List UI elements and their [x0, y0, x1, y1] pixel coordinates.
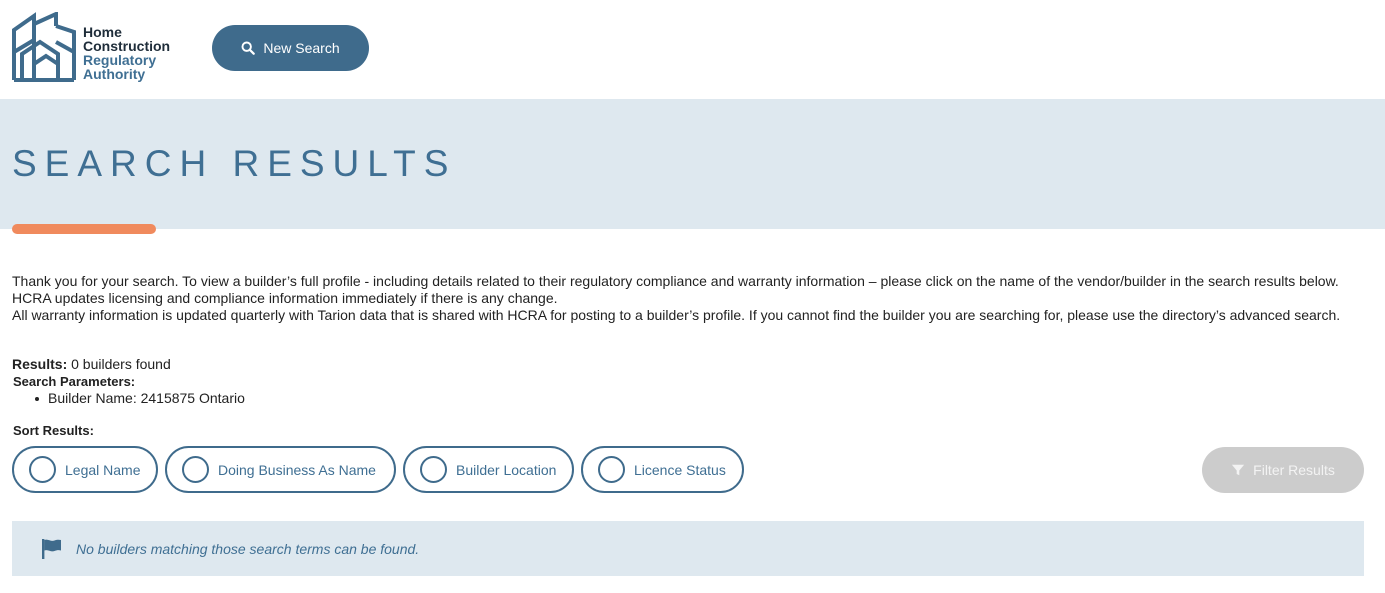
flag-icon: [42, 538, 61, 559]
page-hero: SEARCH RESULTS: [0, 99, 1385, 229]
building-logo-icon: [12, 12, 76, 82]
results-label: Results:: [12, 356, 68, 372]
sort-option-label: Licence Status: [634, 461, 726, 478]
radio-circle-icon[interactable]: [598, 456, 625, 483]
new-search-label: New Search: [263, 40, 340, 56]
filter-results-button[interactable]: Filter Results: [1202, 447, 1364, 493]
filter-icon: [1232, 464, 1245, 476]
sort-option-label: Builder Location: [456, 461, 557, 478]
radio-circle-icon[interactable]: [420, 456, 447, 483]
sort-option-label: Legal Name: [65, 461, 141, 478]
sort-option-label: Doing Business As Name: [218, 461, 376, 478]
radio-circle-icon[interactable]: [182, 456, 209, 483]
intro-text: Thank you for your search. To view a bui…: [12, 273, 1352, 324]
search-parameter-item: Builder Name: 2415875 Ontario: [35, 390, 245, 406]
intro-paragraph-2: All warranty information is updated quar…: [12, 307, 1341, 323]
search-parameters-label: Search Parameters:: [13, 374, 136, 389]
logo-line-construction: Construction: [83, 38, 171, 54]
search-icon: [241, 41, 256, 55]
intro-paragraph-1: Thank you for your search. To view a bui…: [12, 273, 1339, 306]
results-count: 0 builders found: [71, 356, 171, 372]
sort-option-licence-status[interactable]: Licence Status: [581, 446, 744, 493]
filter-results-label: Filter Results: [1253, 462, 1335, 478]
sort-option-builder-location[interactable]: Builder Location: [403, 446, 574, 493]
no-results-notice: No builders matching those search terms …: [12, 521, 1364, 576]
sort-results-label: Sort Results:: [13, 423, 94, 438]
no-results-message: No builders matching those search terms …: [76, 540, 420, 557]
logo-line-authority: Authority: [83, 66, 146, 82]
new-search-button[interactable]: New Search: [212, 25, 369, 71]
radio-circle-icon[interactable]: [29, 456, 56, 483]
page-title: SEARCH RESULTS: [12, 143, 457, 184]
sort-option-doing-business-as-name[interactable]: Doing Business As Name: [165, 446, 396, 493]
logo-line-home: Home: [83, 24, 122, 40]
sort-option-legal-name[interactable]: Legal Name: [12, 446, 158, 493]
results-summary: Results: 0 builders found: [12, 356, 171, 373]
title-accent-bar: [12, 224, 156, 234]
hcra-logo[interactable]: Home Construction Regulatory Authority: [12, 12, 192, 84]
search-parameters-list: Builder Name: 2415875 Ontario: [35, 390, 245, 407]
logo-wordmark: Home Construction Regulatory Authority: [83, 25, 170, 81]
logo-line-regulatory: Regulatory: [83, 52, 157, 68]
site-header: Home Construction Regulatory Authority N…: [0, 0, 1385, 99]
